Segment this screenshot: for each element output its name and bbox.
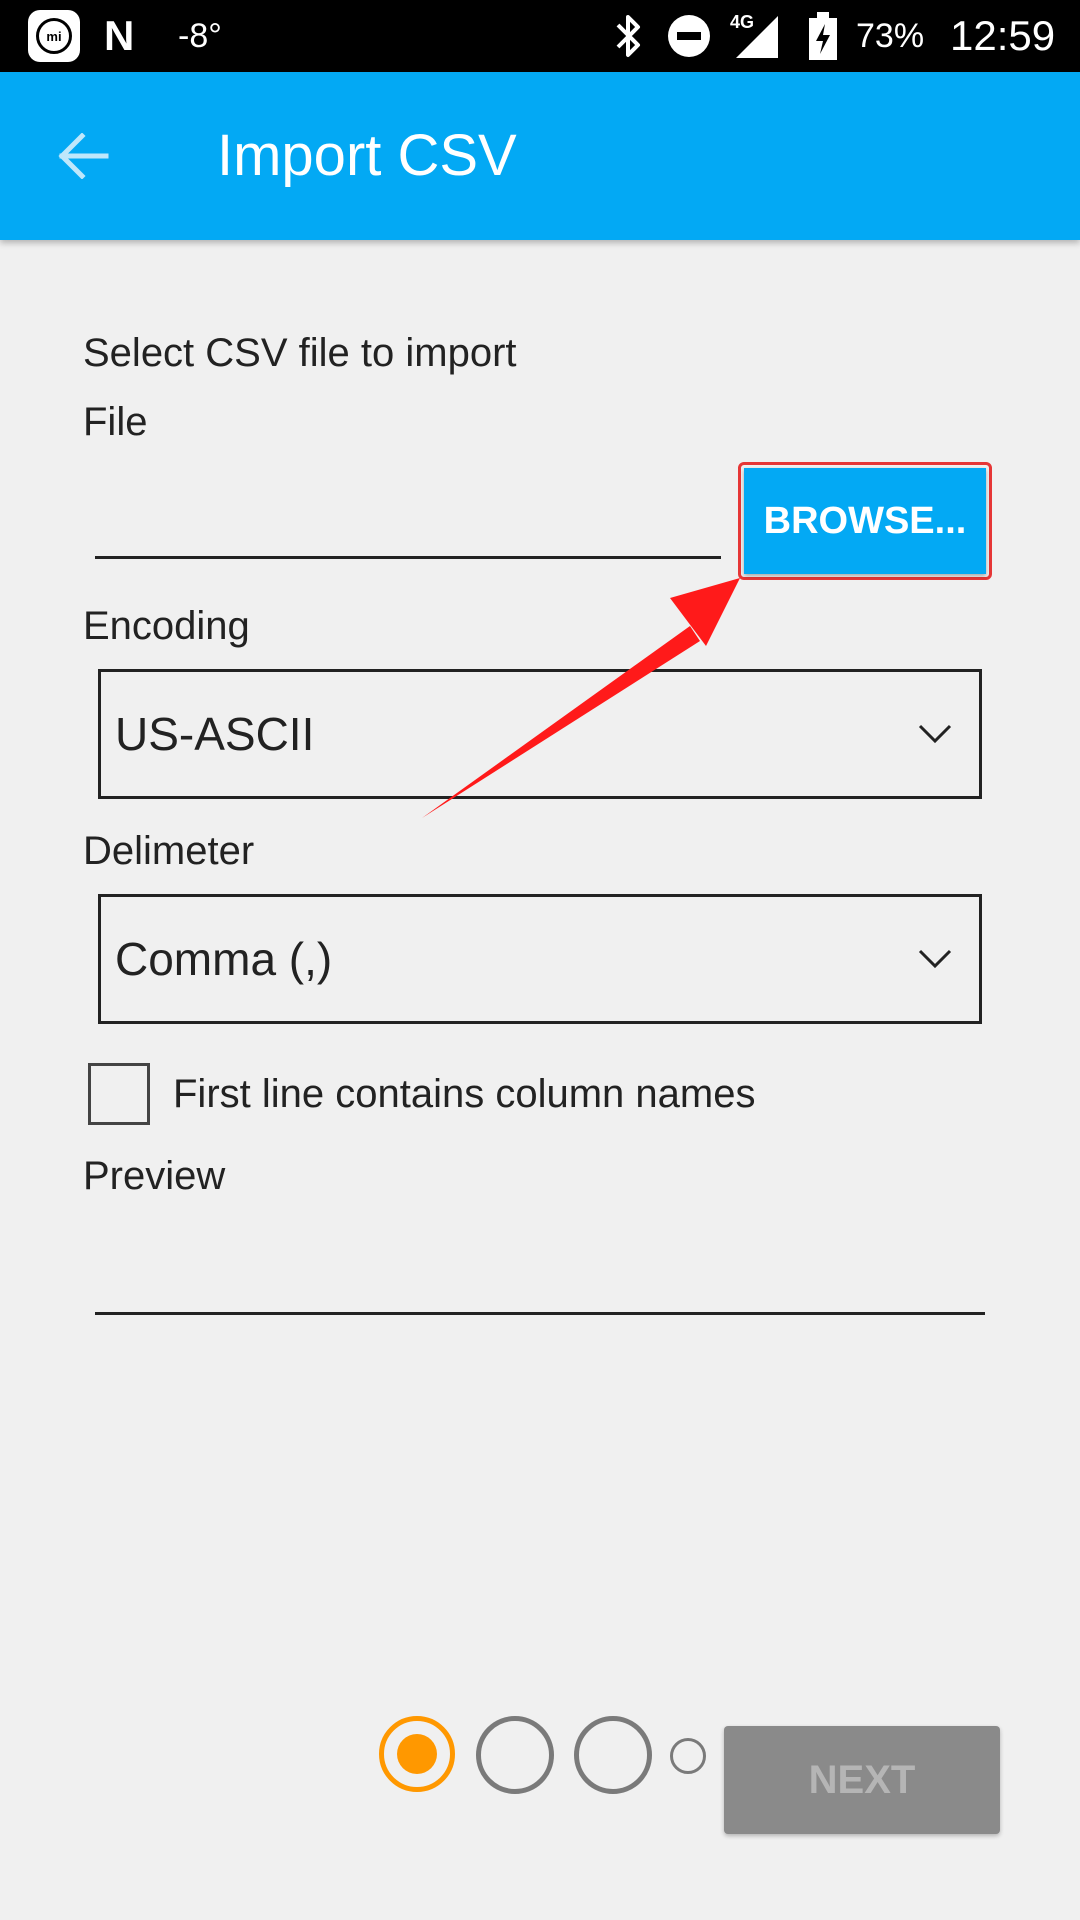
- encoding-select[interactable]: US-ASCII: [98, 669, 982, 799]
- preview-field: [95, 1230, 985, 1312]
- preview-label: Preview: [83, 1154, 226, 1198]
- delimiter-select[interactable]: Comma (,): [98, 894, 982, 1024]
- temperature-text: -8°: [178, 16, 222, 55]
- status-bar: mi N -8° 4G 73% 12:59: [0, 0, 1080, 72]
- network-type-text: 4G: [730, 12, 754, 32]
- clock-text: 12:59: [950, 12, 1056, 59]
- step-indicator-1-active: [379, 1716, 455, 1792]
- battery-charging-icon: [806, 0, 840, 72]
- file-field[interactable]: [95, 480, 721, 556]
- arrow-back-icon: [58, 133, 109, 179]
- mi-app-icon: mi: [28, 10, 80, 62]
- step-indicator-3: [574, 1716, 652, 1794]
- do-not-disturb-icon: [666, 0, 712, 72]
- browse-button[interactable]: BROWSE...: [744, 468, 986, 574]
- first-line-column-names-checkbox[interactable]: [88, 1063, 150, 1125]
- encoding-value: US-ASCII: [115, 708, 315, 760]
- file-field-underline: [95, 556, 721, 559]
- first-line-column-names-label[interactable]: First line contains column names: [173, 1070, 755, 1118]
- section-title: Select CSV file to import: [83, 331, 517, 375]
- preview-underline: [95, 1312, 985, 1315]
- page-title: Import CSV: [217, 123, 517, 188]
- delimiter-label: Delimeter: [83, 829, 255, 873]
- battery-percent-text: 73%: [856, 16, 925, 55]
- next-button[interactable]: NEXT: [724, 1726, 1000, 1834]
- chevron-down-icon: [918, 724, 952, 744]
- mi-app-label: mi: [46, 28, 62, 44]
- back-button[interactable]: [48, 124, 120, 188]
- encoding-label: Encoding: [83, 604, 250, 648]
- step-indicator-4: [670, 1738, 706, 1774]
- step-indicator-1-fill: [397, 1734, 437, 1774]
- signal-icon: 4G: [730, 0, 784, 72]
- n-app-icon: N: [104, 12, 135, 59]
- step-indicator-2: [476, 1716, 554, 1794]
- chevron-down-icon: [918, 949, 952, 969]
- file-label: File: [83, 400, 148, 444]
- app-bar: Import CSV: [0, 72, 1080, 240]
- bluetooth-icon: [612, 0, 646, 72]
- delimiter-value: Comma (,): [115, 933, 333, 985]
